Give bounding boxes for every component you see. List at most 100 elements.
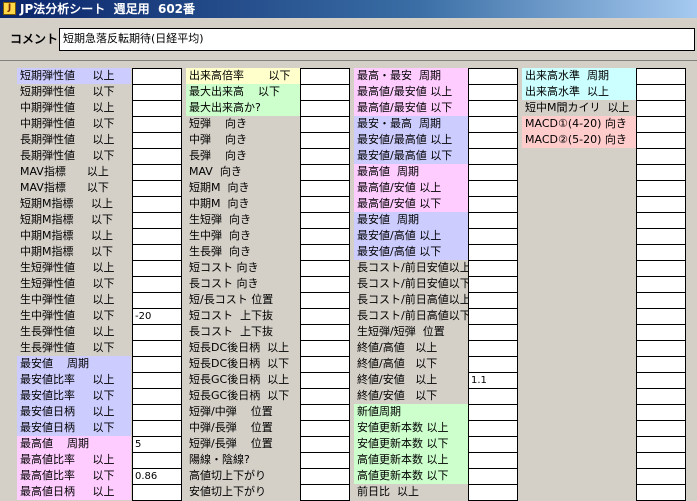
criteria-value-input[interactable] [300, 388, 350, 405]
criteria-value-input[interactable] [132, 116, 182, 133]
criteria-value-input[interactable]: 0.86 [132, 468, 182, 485]
criteria-value-input[interactable] [636, 276, 686, 293]
criteria-value-input[interactable] [300, 260, 350, 277]
criteria-value-input[interactable] [132, 180, 182, 197]
criteria-value-input[interactable] [300, 132, 350, 149]
criteria-value-input[interactable] [300, 372, 350, 389]
criteria-value-input[interactable] [636, 196, 686, 213]
criteria-value-input[interactable] [132, 84, 182, 101]
criteria-value-input[interactable] [636, 420, 686, 437]
criteria-value-input[interactable] [636, 324, 686, 341]
comment-input[interactable]: 短期急落反転期待(日経平均) [59, 28, 695, 51]
criteria-value-input[interactable] [468, 260, 518, 277]
criteria-value-input[interactable] [132, 228, 182, 245]
criteria-value-input[interactable] [300, 196, 350, 213]
criteria-value-input[interactable] [132, 132, 182, 149]
criteria-value-input[interactable] [468, 132, 518, 149]
criteria-value-input[interactable] [636, 132, 686, 149]
criteria-value-input[interactable] [468, 452, 518, 469]
criteria-value-input[interactable] [132, 148, 182, 165]
criteria-value-input[interactable] [300, 292, 350, 309]
criteria-value-input[interactable] [468, 212, 518, 229]
criteria-value-input[interactable] [132, 420, 182, 437]
criteria-value-input[interactable] [468, 228, 518, 245]
criteria-value-input[interactable] [636, 148, 686, 165]
criteria-value-input[interactable] [636, 260, 686, 277]
criteria-value-input[interactable] [300, 308, 350, 325]
criteria-value-input[interactable] [636, 84, 686, 101]
criteria-value-input[interactable] [468, 276, 518, 293]
criteria-value-input[interactable] [468, 308, 518, 325]
criteria-value-input[interactable] [132, 340, 182, 357]
criteria-value-input[interactable] [300, 452, 350, 469]
criteria-value-input[interactable] [468, 420, 518, 437]
criteria-value-input[interactable] [636, 404, 686, 421]
criteria-value-input[interactable] [132, 244, 182, 261]
criteria-value-input[interactable] [636, 388, 686, 405]
criteria-value-input[interactable]: -20 [132, 308, 182, 325]
criteria-value-input[interactable] [468, 292, 518, 309]
criteria-value-input[interactable] [300, 340, 350, 357]
criteria-value-input[interactable] [636, 436, 686, 453]
criteria-value-input[interactable] [132, 196, 182, 213]
criteria-value-input[interactable] [468, 116, 518, 133]
criteria-value-input[interactable] [468, 436, 518, 453]
criteria-value-input[interactable] [300, 356, 350, 373]
criteria-value-input[interactable] [300, 244, 350, 261]
criteria-value-input[interactable] [636, 372, 686, 389]
criteria-value-input[interactable] [468, 340, 518, 357]
criteria-value-input[interactable] [468, 68, 518, 85]
criteria-value-input[interactable] [300, 84, 350, 101]
criteria-value-input[interactable] [468, 468, 518, 485]
criteria-value-input[interactable] [636, 180, 686, 197]
criteria-value-input[interactable] [468, 164, 518, 181]
criteria-value-input[interactable] [132, 404, 182, 421]
criteria-value-input[interactable] [132, 388, 182, 405]
criteria-value-input[interactable] [300, 436, 350, 453]
criteria-value-input[interactable] [468, 148, 518, 165]
criteria-value-input[interactable] [132, 276, 182, 293]
criteria-value-input[interactable] [636, 452, 686, 469]
criteria-value-input[interactable] [468, 180, 518, 197]
criteria-value-input[interactable] [132, 452, 182, 469]
criteria-value-input[interactable] [468, 324, 518, 341]
criteria-value-input[interactable] [300, 404, 350, 421]
criteria-value-input[interactable] [132, 164, 182, 181]
criteria-value-input[interactable] [468, 404, 518, 421]
criteria-value-input[interactable] [132, 260, 182, 277]
criteria-value-input[interactable] [132, 100, 182, 117]
criteria-value-input[interactable] [468, 356, 518, 373]
criteria-value-input[interactable] [132, 212, 182, 229]
criteria-value-input[interactable] [300, 148, 350, 165]
criteria-value-input[interactable] [636, 68, 686, 85]
criteria-value-input[interactable] [300, 276, 350, 293]
criteria-value-input[interactable] [300, 212, 350, 229]
criteria-value-input[interactable] [132, 68, 182, 85]
criteria-value-input[interactable] [132, 324, 182, 341]
criteria-value-input[interactable] [636, 228, 686, 245]
criteria-value-input[interactable] [300, 116, 350, 133]
criteria-value-input[interactable] [300, 68, 350, 85]
criteria-value-input[interactable] [636, 116, 686, 133]
criteria-value-input[interactable] [468, 388, 518, 405]
criteria-value-input[interactable] [132, 292, 182, 309]
criteria-value-input[interactable] [300, 100, 350, 117]
criteria-value-input[interactable] [132, 372, 182, 389]
criteria-value-input[interactable] [468, 84, 518, 101]
criteria-value-input[interactable] [300, 164, 350, 181]
criteria-value-input[interactable] [468, 244, 518, 261]
criteria-value-input[interactable] [636, 340, 686, 357]
criteria-value-input[interactable]: 5 [132, 436, 182, 453]
criteria-value-input[interactable] [636, 212, 686, 229]
criteria-value-input[interactable] [636, 292, 686, 309]
criteria-value-input[interactable] [300, 468, 350, 485]
criteria-value-input[interactable] [636, 308, 686, 325]
criteria-value-input[interactable] [636, 244, 686, 261]
criteria-value-input[interactable] [468, 100, 518, 117]
criteria-value-input[interactable] [132, 356, 182, 373]
criteria-value-input[interactable] [636, 164, 686, 181]
criteria-value-input[interactable] [300, 324, 350, 341]
criteria-value-input[interactable] [300, 180, 350, 197]
criteria-value-input[interactable] [636, 356, 686, 373]
criteria-value-input[interactable]: 1.1 [468, 372, 518, 389]
